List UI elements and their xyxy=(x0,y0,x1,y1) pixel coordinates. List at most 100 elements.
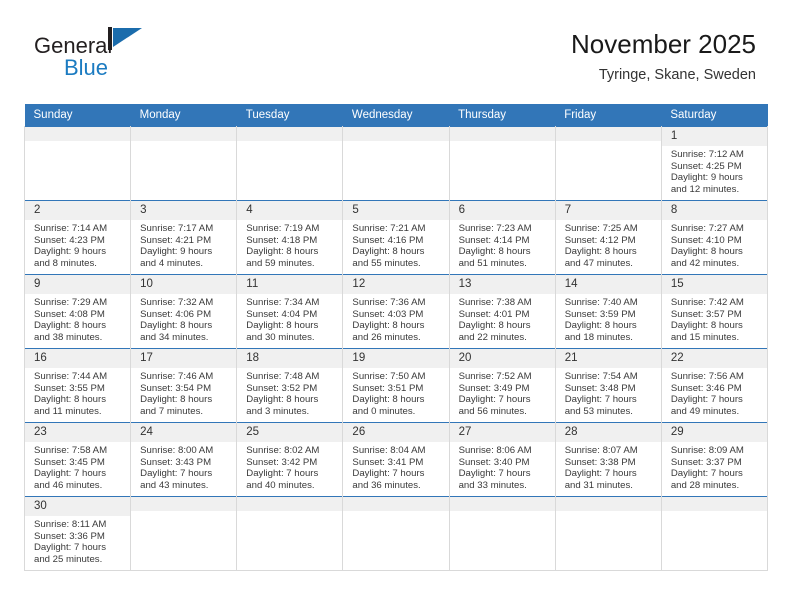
day-sun-info: Sunrise: 7:54 AM Sunset: 3:48 PM Daylight:… xyxy=(556,368,661,417)
sunrise-text: Sunrise: 8:00 AM xyxy=(140,445,214,456)
day-number xyxy=(343,127,449,141)
sunset-text: Sunset: 3:43 PM xyxy=(140,456,212,468)
calendar-day-cell[interactable]: 28 Sunrise: 8:07 AM Sunset: 3:38 PM Dayligh… xyxy=(554,422,662,497)
calendar-day-cell[interactable]: 1 Sunrise: 7:12 AM Sunset: 4:25 PM Daylight… xyxy=(660,126,769,201)
sunrise-text: Sunrise: 7:23 AM xyxy=(458,223,532,234)
calendar-day-cell[interactable]: 20 Sunrise: 7:52 AM Sunset: 3:49 PM Dayligh… xyxy=(448,348,556,423)
calendar-day-cell[interactable]: 4 Sunrise: 7:19 AM Sunset: 4:18 PM Daylight… xyxy=(236,200,344,275)
day-sun-info: Sunrise: 8:04 AM Sunset: 3:41 PM Daylight:… xyxy=(343,442,448,491)
day-number xyxy=(131,497,237,511)
calendar-day-cell[interactable]: 2 Sunrise: 7:14 AM Sunset: 4:23 PM Daylight… xyxy=(23,200,132,275)
day-cell-inner: 22 Sunrise: 7:56 AM Sunset: 3:46 PM Dayligh… xyxy=(661,349,767,422)
calendar-day-cell[interactable]: 9 Sunrise: 7:29 AM Sunset: 4:08 PM Daylight… xyxy=(23,274,132,349)
calendar-day-cell[interactable]: 26 Sunrise: 8:04 AM Sunset: 3:41 PM Dayligh… xyxy=(342,422,450,497)
day-sun-info: Sunrise: 7:14 AM Sunset: 4:23 PM Daylight:… xyxy=(25,220,130,269)
day-sun-info: Sunrise: 7:50 AM Sunset: 3:51 PM Daylight:… xyxy=(343,368,448,417)
calendar-day-cell[interactable]: 11 Sunrise: 7:34 AM Sunset: 4:04 PM Dayligh… xyxy=(236,274,344,349)
daylight-text: Daylight: 7 hours and 53 minutes. xyxy=(564,394,637,417)
calendar-day-cell-empty xyxy=(554,126,662,201)
day-cell-inner xyxy=(131,127,237,200)
sunrise-text: Sunrise: 7:36 AM xyxy=(352,297,426,308)
calendar-day-cell[interactable]: 7 Sunrise: 7:25 AM Sunset: 4:12 PM Daylight… xyxy=(554,200,662,275)
day-cell-inner: 17 Sunrise: 7:46 AM Sunset: 3:54 PM Dayligh… xyxy=(131,349,237,422)
day-sun-info: Sunrise: 7:44 AM Sunset: 3:55 PM Daylight:… xyxy=(25,368,130,417)
day-number: 11 xyxy=(237,275,343,294)
day-cell-inner: 2 Sunrise: 7:14 AM Sunset: 4:23 PM Daylight… xyxy=(25,201,131,274)
calendar-page: General Blue November 2025 Tyringe, Skan… xyxy=(0,0,792,612)
calendar-day-cell[interactable]: 15 Sunrise: 7:42 AM Sunset: 3:57 PM Dayligh… xyxy=(660,274,769,349)
calendar-day-cell-empty xyxy=(342,496,450,571)
day-cell-inner: 28 Sunrise: 8:07 AM Sunset: 3:38 PM Dayligh… xyxy=(555,423,661,496)
day-cell-inner: 9 Sunrise: 7:29 AM Sunset: 4:08 PM Daylight… xyxy=(25,275,131,348)
sunrise-text: Sunrise: 8:09 AM xyxy=(670,445,744,456)
calendar-day-cell-empty xyxy=(236,496,344,571)
day-number: 10 xyxy=(131,275,237,294)
blue-triangle-flag-icon xyxy=(108,27,144,50)
calendar-day-cell[interactable]: 19 Sunrise: 7:50 AM Sunset: 3:51 PM Dayligh… xyxy=(342,348,450,423)
calendar-day-cell[interactable]: 5 Sunrise: 7:21 AM Sunset: 4:16 PM Daylight… xyxy=(342,200,450,275)
calendar-day-cell[interactable]: 27 Sunrise: 8:06 AM Sunset: 3:40 PM Dayligh… xyxy=(448,422,556,497)
day-sun-info: Sunrise: 7:29 AM Sunset: 4:08 PM Daylight:… xyxy=(25,294,130,343)
title-block: November 2025 Tyringe, Skane, Sweden xyxy=(571,26,756,86)
calendar-header-row: Sunday Monday Tuesday Wednesday Thursday… xyxy=(24,104,768,127)
calendar-day-cell[interactable]: 8 Sunrise: 7:27 AM Sunset: 4:10 PM Daylight… xyxy=(660,200,769,275)
day-number: 3 xyxy=(131,201,237,220)
calendar-day-cell[interactable]: 10 Sunrise: 7:32 AM Sunset: 4:06 PM Dayligh… xyxy=(130,274,238,349)
calendar-day-cell[interactable]: 17 Sunrise: 7:46 AM Sunset: 3:54 PM Dayligh… xyxy=(130,348,238,423)
day-sun-info: Sunrise: 7:19 AM Sunset: 4:18 PM Daylight:… xyxy=(237,220,342,269)
calendar-week-row: 23 Sunrise: 7:58 AM Sunset: 3:45 PM Dayligh… xyxy=(23,422,769,497)
calendar-day-cell[interactable]: 18 Sunrise: 7:48 AM Sunset: 3:52 PM Dayligh… xyxy=(236,348,344,423)
calendar-day-cell[interactable]: 6 Sunrise: 7:23 AM Sunset: 4:14 PM Daylight… xyxy=(448,200,556,275)
daylight-text: Daylight: 7 hours and 56 minutes. xyxy=(458,394,531,417)
day-cell-inner: 19 Sunrise: 7:50 AM Sunset: 3:51 PM Dayligh… xyxy=(343,349,449,422)
calendar-day-cell[interactable]: 23 Sunrise: 7:58 AM Sunset: 3:45 PM Dayligh… xyxy=(23,422,132,497)
calendar-day-cell-empty xyxy=(130,126,238,201)
daylight-text: Daylight: 8 hours and 38 minutes. xyxy=(34,320,106,343)
calendar-day-cell[interactable]: 12 Sunrise: 7:36 AM Sunset: 4:03 PM Dayligh… xyxy=(342,274,450,349)
day-cell-inner: 15 Sunrise: 7:42 AM Sunset: 3:57 PM Dayligh… xyxy=(661,275,767,348)
calendar-week-row: 9 Sunrise: 7:29 AM Sunset: 4:08 PM Daylight… xyxy=(23,274,769,349)
calendar-day-cell[interactable]: 21 Sunrise: 7:54 AM Sunset: 3:48 PM Dayligh… xyxy=(554,348,662,423)
brand-logo[interactable]: General Blue xyxy=(34,26,204,84)
day-cell-inner: 24 Sunrise: 8:00 AM Sunset: 3:43 PM Dayligh… xyxy=(131,423,237,496)
sunset-text: Sunset: 3:42 PM xyxy=(246,456,318,468)
day-number: 13 xyxy=(449,275,555,294)
calendar-day-cell[interactable]: 30 Sunrise: 8:11 AM Sunset: 3:36 PM Dayligh… xyxy=(23,496,132,571)
sunset-text: Sunset: 3:38 PM xyxy=(564,456,636,468)
calendar-day-cell-empty xyxy=(236,126,344,201)
sunrise-text: Sunrise: 7:25 AM xyxy=(564,223,638,234)
day-number: 29 xyxy=(661,423,767,442)
day-cell-inner xyxy=(25,127,131,200)
daylight-text: Daylight: 8 hours and 42 minutes. xyxy=(670,246,743,269)
day-cell-inner xyxy=(343,127,449,200)
calendar-day-cell[interactable]: 16 Sunrise: 7:44 AM Sunset: 3:55 PM Dayligh… xyxy=(23,348,132,423)
daylight-text: Daylight: 7 hours and 31 minutes. xyxy=(564,468,637,491)
day-cell-inner xyxy=(555,497,661,570)
sunset-text: Sunset: 3:48 PM xyxy=(564,382,636,394)
calendar-day-cell[interactable]: 29 Sunrise: 8:09 AM Sunset: 3:37 PM Dayligh… xyxy=(660,422,769,497)
calendar-week-row: 30 Sunrise: 8:11 AM Sunset: 3:36 PM Dayligh… xyxy=(23,496,769,571)
day-sun-info: Sunrise: 7:23 AM Sunset: 4:14 PM Daylight:… xyxy=(450,220,555,269)
calendar-day-cell[interactable]: 25 Sunrise: 8:02 AM Sunset: 3:42 PM Dayligh… xyxy=(236,422,344,497)
calendar-day-cell[interactable]: 3 Sunrise: 7:17 AM Sunset: 4:21 PM Daylight… xyxy=(130,200,238,275)
sunset-text: Sunset: 4:10 PM xyxy=(670,234,742,246)
sunset-text: Sunset: 4:12 PM xyxy=(564,234,636,246)
calendar-day-cell[interactable]: 24 Sunrise: 8:00 AM Sunset: 3:43 PM Dayligh… xyxy=(130,422,238,497)
day-sun-info: Sunrise: 8:00 AM Sunset: 3:43 PM Daylight:… xyxy=(131,442,236,491)
calendar-day-cell[interactable]: 14 Sunrise: 7:40 AM Sunset: 3:59 PM Dayligh… xyxy=(554,274,662,349)
day-sun-info: Sunrise: 7:34 AM Sunset: 4:04 PM Daylight:… xyxy=(237,294,342,343)
day-cell-inner: 25 Sunrise: 8:02 AM Sunset: 3:42 PM Dayligh… xyxy=(237,423,343,496)
sunset-text: Sunset: 3:45 PM xyxy=(34,456,105,468)
day-number: 21 xyxy=(555,349,661,368)
day-cell-inner xyxy=(237,127,343,200)
calendar-day-cell[interactable]: 22 Sunrise: 7:56 AM Sunset: 3:46 PM Dayligh… xyxy=(660,348,769,423)
daylight-text: Daylight: 7 hours and 40 minutes. xyxy=(246,468,319,491)
daylight-text: Daylight: 8 hours and 3 minutes. xyxy=(246,394,319,417)
sunset-text: Sunset: 4:18 PM xyxy=(246,234,318,246)
sunrise-text: Sunrise: 7:29 AM xyxy=(34,297,108,308)
sunrise-text: Sunrise: 7:40 AM xyxy=(564,297,638,308)
sunset-text: Sunset: 4:23 PM xyxy=(34,234,105,246)
calendar-day-cell[interactable]: 13 Sunrise: 7:38 AM Sunset: 4:01 PM Dayligh… xyxy=(448,274,556,349)
sunrise-text: Sunrise: 7:42 AM xyxy=(670,297,744,308)
sunrise-text: Sunrise: 7:12 AM xyxy=(670,149,744,160)
